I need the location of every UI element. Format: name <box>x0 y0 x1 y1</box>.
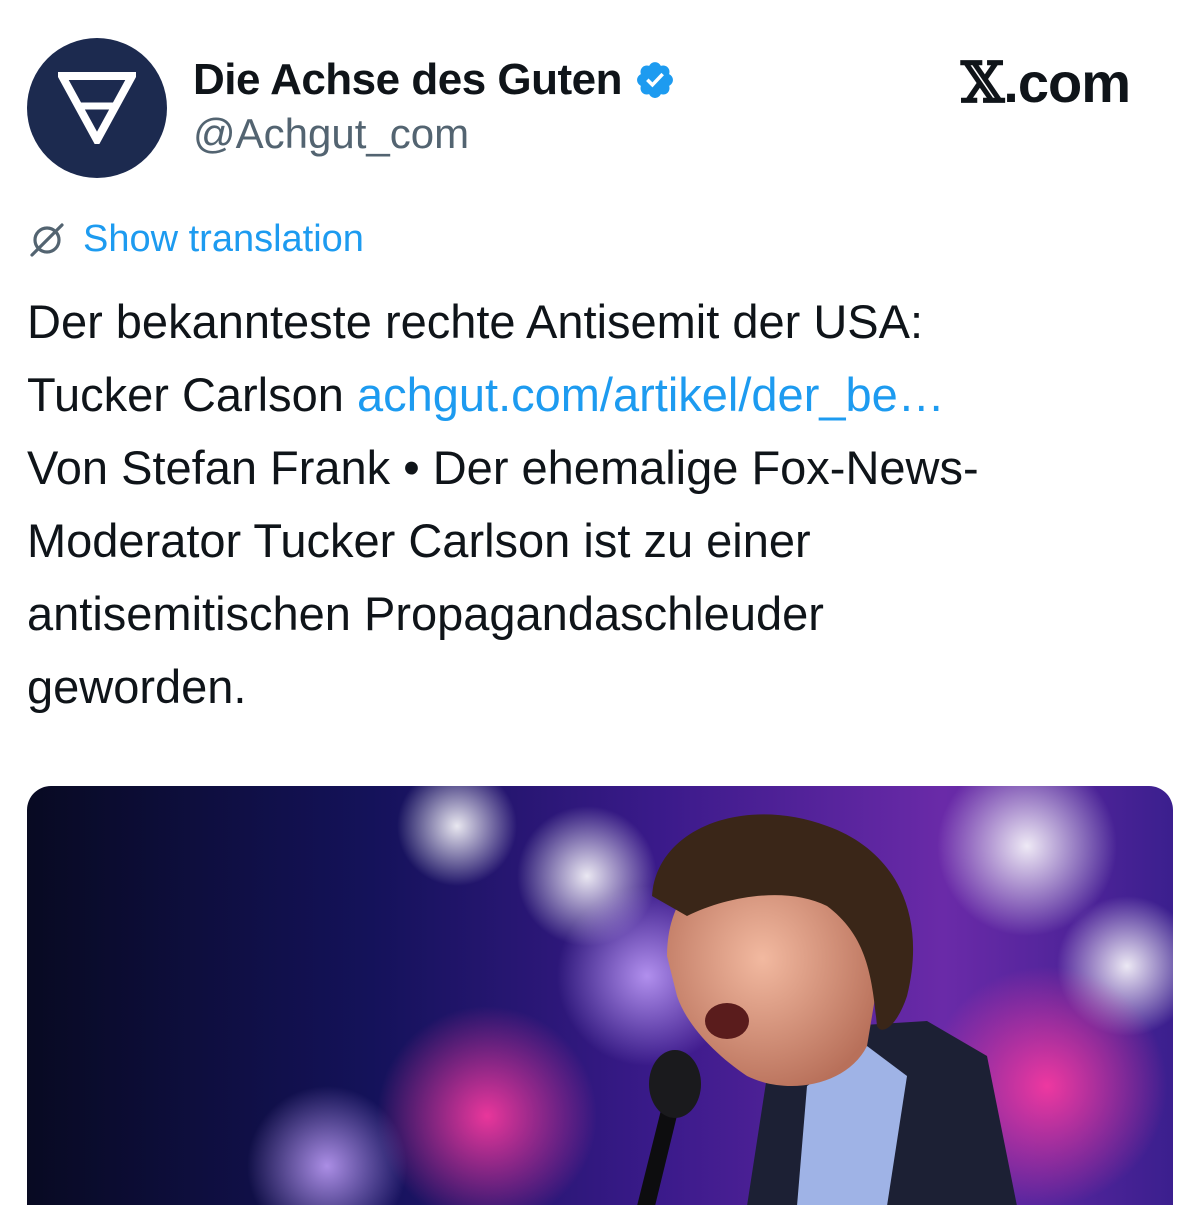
name-row: Die Achse des Guten <box>193 52 676 108</box>
globe-slash-icon <box>30 222 64 257</box>
tweet-line-2: Tucker Carlson achgut.com/artikel/der_be… <box>27 358 1177 431</box>
tweet-card: Die Achse des Guten @Achgut_com 𝕏.com Sh… <box>0 0 1200 1205</box>
tweet-line-5: antisemitischen Propagandaschleuder <box>27 587 824 640</box>
avatar[interactable] <box>27 38 167 178</box>
tweet-line-2-text: Tucker Carlson <box>27 368 357 421</box>
verified-badge-icon[interactable] <box>634 59 676 101</box>
user-handle[interactable]: @Achgut_com <box>193 110 676 158</box>
tweet-line-1: Der bekannteste rechte Antisemit der USA… <box>27 295 924 348</box>
x-logo-icon: 𝕏 <box>960 50 1004 116</box>
show-translation-button[interactable]: Show translation <box>27 218 364 261</box>
show-translation-label: Show translation <box>83 218 364 260</box>
tweet-line-4: Moderator Tucker Carlson ist zu einer <box>27 514 811 567</box>
photo-illustration <box>27 786 1173 1205</box>
x-com-logo: 𝕏.com <box>960 50 1131 116</box>
tweet-media-photo[interactable] <box>27 786 1173 1205</box>
brand-domain: .com <box>1003 51 1131 114</box>
achgut-logo-icon <box>58 72 136 144</box>
tweet-line-6: geworden. <box>27 660 247 713</box>
article-link[interactable]: achgut.com/artikel/der_be… <box>357 368 945 421</box>
author-block: Die Achse des Guten @Achgut_com <box>193 52 676 158</box>
display-name[interactable]: Die Achse des Guten <box>193 55 623 105</box>
tweet-line-3: Von Stefan Frank • Der ehemalige Fox-New… <box>27 441 979 494</box>
tweet-text: Der bekannteste rechte Antisemit der USA… <box>27 285 1177 723</box>
